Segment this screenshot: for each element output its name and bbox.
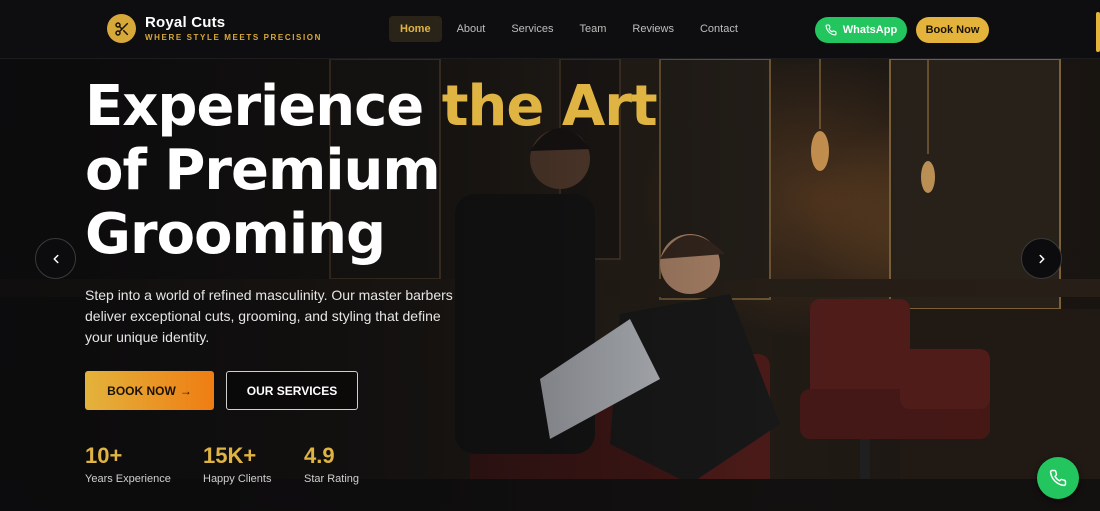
navbar: Royal Cuts WHERE STYLE MEETS PRECISION H… xyxy=(0,0,1100,59)
stat-label: Star Rating xyxy=(304,473,360,485)
book-now-button[interactable]: BOOK NOW → xyxy=(85,371,214,410)
book-now-label: BOOK NOW xyxy=(107,383,176,398)
phone-icon xyxy=(825,24,837,36)
stat-value: 15K+ xyxy=(203,443,257,468)
scissors-icon xyxy=(107,14,136,43)
carousel-next-button[interactable] xyxy=(1021,238,1062,279)
nav-reviews[interactable]: Reviews xyxy=(621,16,685,42)
nav-contact[interactable]: Contact xyxy=(689,16,749,42)
phone-icon xyxy=(1049,469,1067,487)
nav-services[interactable]: Services xyxy=(500,16,564,42)
brand-tagline: WHERE STYLE MEETS PRECISION xyxy=(145,33,322,42)
chevron-left-icon xyxy=(52,254,59,263)
stat-value: 10+ xyxy=(85,443,123,468)
brand[interactable]: Royal Cuts WHERE STYLE MEETS PRECISION xyxy=(107,14,322,43)
hero-section: Experience the Art of Premium Grooming S… xyxy=(0,59,1100,511)
arrow-right-icon: → xyxy=(179,383,192,398)
our-services-button[interactable]: OUR SERVICES xyxy=(226,371,358,410)
brand-name: Royal Cuts xyxy=(145,14,226,31)
main-nav: Home About Services Team Reviews Contact xyxy=(389,16,749,42)
nav-home[interactable]: Home xyxy=(389,16,442,42)
title-part-3: Grooming xyxy=(85,202,386,267)
hero-title: Experience the Art of Premium Grooming xyxy=(85,75,705,267)
whatsapp-label: WhatsApp xyxy=(842,24,898,36)
title-part-2: of Premium xyxy=(85,138,441,203)
chevron-right-icon xyxy=(1038,254,1045,263)
stat-clients: 15K+ Happy Clients xyxy=(203,443,271,485)
scrollbar-indicator[interactable] xyxy=(1096,12,1100,52)
call-floating-button[interactable] xyxy=(1037,457,1079,499)
hero-description: Step into a world of refined masculinity… xyxy=(85,287,453,345)
title-highlight: the Art xyxy=(441,74,658,139)
nav-about[interactable]: About xyxy=(446,16,497,42)
stat-label: Happy Clients xyxy=(203,473,272,485)
stat-years: 10+ Years Experience xyxy=(85,443,171,485)
stat-label: Years Experience xyxy=(85,473,171,485)
book-now-nav-button[interactable]: Book Now xyxy=(916,17,989,43)
whatsapp-button[interactable]: WhatsApp xyxy=(815,17,907,43)
stat-value: 4.9 xyxy=(304,443,335,468)
nav-team[interactable]: Team xyxy=(569,16,618,42)
stat-rating: 4.9 Star Rating xyxy=(304,443,359,485)
title-part-1: Experience xyxy=(85,74,442,139)
carousel-prev-button[interactable] xyxy=(35,238,76,279)
